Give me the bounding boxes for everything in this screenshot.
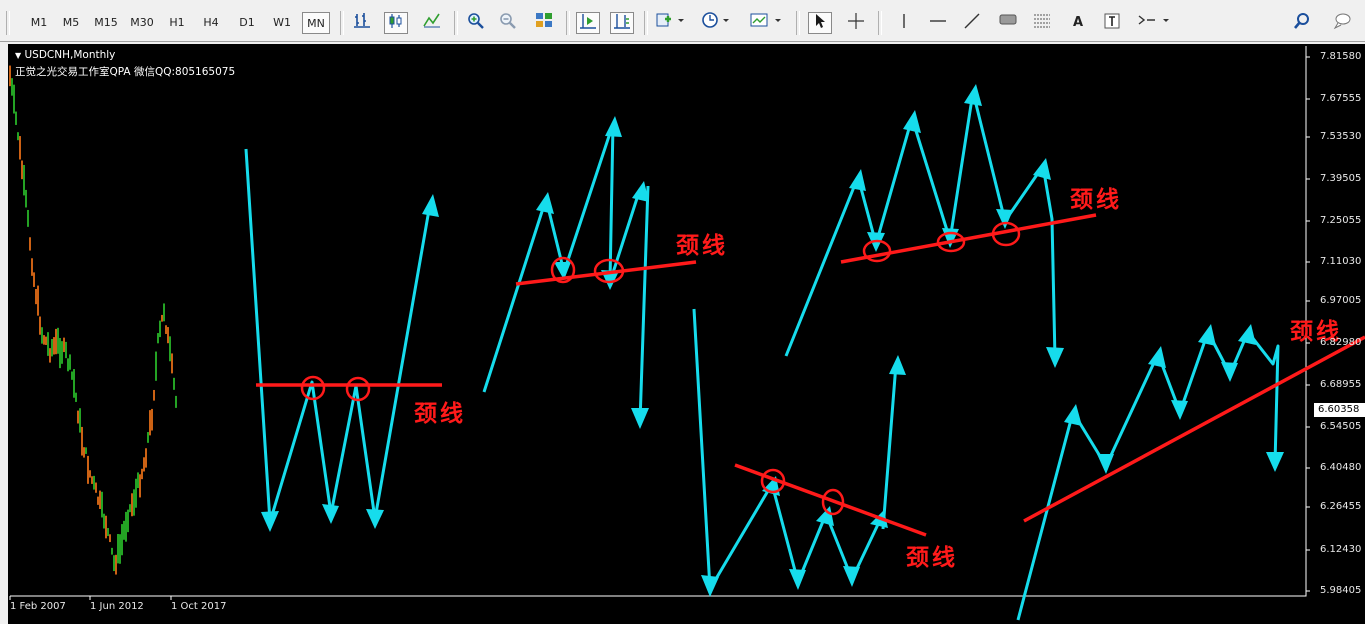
rising-wedge-path (1016, 330, 1280, 621)
arrow-heads (261, 84, 1284, 597)
arrow-head (261, 511, 279, 532)
toolbar-separator (878, 11, 882, 35)
price-axis-label: 7.81580 (1320, 51, 1362, 62)
necklines (256, 213, 1365, 537)
neckline-line (1023, 335, 1365, 523)
cursor-arrow-icon[interactable] (808, 12, 832, 34)
arrow-head (1198, 324, 1216, 346)
trendline-icon[interactable] (960, 12, 984, 34)
price-axis-label: 7.53530 (1320, 131, 1362, 142)
arrow-head (1238, 324, 1256, 345)
arrow-head (536, 192, 554, 214)
toolbar-separator (566, 11, 570, 35)
toolbar-separator (454, 11, 458, 35)
date-axis-label: 1 Jun 2012 (90, 601, 144, 612)
chart-shift-icon[interactable] (576, 12, 600, 34)
price-axis-label: 6.26455 (1320, 501, 1362, 512)
price-axis-label: 6.54505 (1320, 421, 1362, 432)
price-axis-label: 6.82980 (1320, 337, 1362, 348)
template-icon[interactable] (748, 12, 786, 34)
line-chart-icon[interactable] (420, 12, 444, 34)
timeframe-h1-button[interactable]: H1 (164, 12, 190, 34)
arrow-head (701, 575, 719, 597)
neckline-label: 颈线 (906, 544, 958, 571)
toolbar-separator (340, 11, 344, 35)
timeframe-m1-button[interactable]: M1 (24, 12, 54, 34)
price-axis-label: 7.39505 (1320, 173, 1362, 184)
fibonacci-icon[interactable] (1030, 12, 1054, 34)
clock-icon[interactable] (700, 12, 734, 34)
autoscroll-icon[interactable] (610, 12, 634, 34)
zoom-out-icon[interactable] (496, 12, 520, 34)
toolbar-separator (644, 11, 648, 35)
timeframe-mn-button[interactable]: MN (302, 12, 330, 34)
arrow-head (849, 169, 866, 191)
arrow-head (942, 228, 959, 248)
descending-neck-path (692, 308, 898, 591)
toolbar-separator (796, 11, 800, 35)
chat-icon[interactable] (1330, 12, 1354, 34)
arrow-head (1148, 346, 1166, 368)
timeframe-m15-button[interactable]: M15 (90, 12, 122, 34)
timeframe-d1-button[interactable]: D1 (234, 12, 260, 34)
arrow-head (322, 504, 339, 524)
arrow-head (605, 116, 622, 137)
neckline-label: 颈线 (1070, 186, 1122, 213)
chart-canvas (9, 46, 1365, 621)
chart-toolbar: M1 M5 M15 M30 H1 H4 D1 W1 MN A (0, 0, 1365, 42)
price-axis-label: 7.11030 (1320, 256, 1362, 267)
arrow-head (631, 408, 649, 429)
arrows-icon[interactable] (1134, 12, 1174, 34)
chart-axes (10, 46, 1307, 597)
arrow-head (1046, 347, 1064, 368)
timeframe-m5-button[interactable]: M5 (58, 12, 84, 34)
neckline-label: 颈线 (414, 400, 466, 427)
arrow-head (789, 569, 806, 590)
rectangle-icon[interactable] (996, 12, 1020, 34)
zoom-in-icon[interactable] (464, 12, 488, 34)
price-bars (9, 65, 177, 575)
horizontal-line-icon[interactable] (926, 12, 950, 34)
tile-windows-icon[interactable] (532, 12, 556, 34)
date-axis-label: 1 Oct 2017 (171, 601, 227, 612)
arrow-head (1266, 452, 1284, 472)
crosshair-icon[interactable] (844, 12, 868, 34)
arrow-head (889, 355, 906, 375)
bar-chart-icon[interactable] (350, 12, 374, 34)
double-bottom-path (244, 148, 432, 524)
date-axis-label: 1 Feb 2007 (10, 601, 66, 612)
arrow-head (632, 181, 649, 202)
price-axis-label: 6.97005 (1320, 295, 1362, 306)
arrow-head (903, 110, 921, 133)
price-axis-label: 6.68955 (1320, 379, 1362, 390)
arrow-head (366, 509, 384, 529)
price-axis-label: 6.40480 (1320, 462, 1362, 473)
vertical-line-icon[interactable] (892, 12, 916, 34)
price-chart[interactable]: ▼ USDCNH,Monthly 正觉之光交易工作室QPA 微信QQ:80516… (8, 44, 1365, 624)
timeframe-h4-button[interactable]: H4 (198, 12, 224, 34)
timeframe-w1-button[interactable]: W1 (268, 12, 296, 34)
price-axis-label: 6.12430 (1320, 544, 1362, 555)
text-box-icon[interactable] (1100, 12, 1124, 34)
neckline-label: 颈线 (676, 232, 728, 259)
price-axis-label: 7.25055 (1320, 215, 1362, 226)
arrow-head (1221, 362, 1238, 382)
arrow-head (1171, 400, 1188, 420)
arrow-head (1064, 404, 1082, 426)
arrow-head (843, 566, 860, 587)
current-price-label: 6.60358 (1314, 403, 1365, 417)
axis-ticks (9, 56, 1310, 600)
arrow-head (422, 194, 439, 217)
text-label-icon[interactable]: A (1066, 12, 1090, 34)
price-axis-label: 7.67555 (1320, 93, 1362, 104)
candlestick-icon[interactable] (384, 12, 408, 34)
arrow-head (964, 84, 982, 106)
arrow-head (1097, 454, 1114, 474)
timeframe-m30-button[interactable]: M30 (126, 12, 158, 34)
indicators-icon[interactable] (654, 12, 688, 34)
toolbar-grip (6, 11, 10, 35)
pattern-arrows (244, 90, 1280, 621)
price-axis-label: 5.98405 (1320, 585, 1362, 596)
search-icon[interactable] (1290, 12, 1314, 34)
